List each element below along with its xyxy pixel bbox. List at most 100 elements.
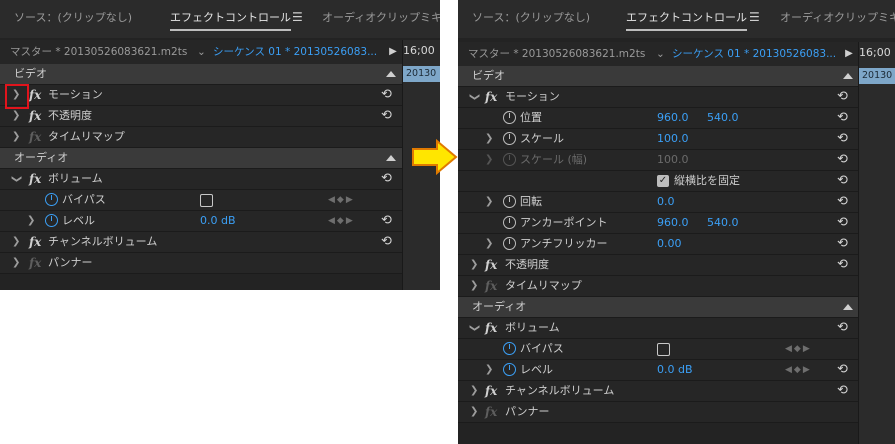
tab-effect-controls[interactable]: エフェクトコントロール <box>626 7 747 31</box>
stopwatch-icon[interactable] <box>503 216 516 229</box>
chevron-right-icon[interactable]: ❯ <box>27 211 35 231</box>
stopwatch-icon[interactable] <box>503 195 516 208</box>
reset-icon[interactable]: ⟲ <box>837 256 848 274</box>
keyframe-nav-icon[interactable]: ◀◆▶ <box>328 190 355 210</box>
bypass-checkbox[interactable] <box>200 194 213 207</box>
master-clip-label[interactable]: マスター * 20130526083621.m2ts <box>10 40 187 64</box>
fx-icon[interactable]: fx <box>485 87 497 107</box>
chevron-right-icon[interactable]: ❯ <box>470 381 478 401</box>
chevron-right-icon[interactable]: ❯ <box>470 402 478 422</box>
chevron-right-icon[interactable]: ❯ <box>470 255 478 275</box>
keyframe-nav-icon[interactable]: ◀◆▶ <box>785 360 812 380</box>
collapse-up-icon[interactable] <box>386 71 396 77</box>
timeline-area[interactable]: 16;00 20130 <box>858 42 895 444</box>
hamburger-icon[interactable]: ☰ <box>292 10 303 24</box>
reset-icon[interactable]: ⟲ <box>837 214 848 232</box>
stopwatch-icon[interactable] <box>45 214 58 227</box>
tab-audio-clip-mixer[interactable]: オーディオクリップミキサ <box>322 7 440 29</box>
reset-icon[interactable]: ⟲ <box>837 88 848 106</box>
reset-icon[interactable]: ⟲ <box>837 319 848 337</box>
hamburger-icon[interactable]: ☰ <box>749 10 760 24</box>
rotation-value[interactable]: 0.0 <box>657 192 675 212</box>
position-x-value[interactable]: 960.0 <box>657 108 689 128</box>
timeline-clip[interactable]: 20130 <box>859 68 895 84</box>
reset-icon[interactable]: ⟲ <box>381 170 392 188</box>
fx-icon[interactable]: fx <box>29 169 41 189</box>
fx-icon[interactable]: fx <box>29 106 41 126</box>
level-value[interactable]: 0.0 dB <box>200 211 236 231</box>
param-label: レベル <box>62 214 95 227</box>
play-icon[interactable]: ▶ <box>842 46 856 62</box>
reset-icon[interactable]: ⟲ <box>381 212 392 230</box>
stopwatch-icon[interactable] <box>45 193 58 206</box>
effect-label: ボリューム <box>48 172 103 185</box>
tab-source[interactable]: ソース：(クリップなし) <box>472 7 590 29</box>
effect-row-time-remap: ❯ fx タイムリマップ <box>458 276 858 297</box>
param-row-scale-width: ❯ スケール (幅) 100.0 ⟲ <box>458 150 858 171</box>
stopwatch-icon[interactable] <box>503 342 516 355</box>
reset-icon[interactable]: ⟲ <box>837 130 848 148</box>
stopwatch-icon[interactable] <box>503 363 516 376</box>
reset-icon[interactable]: ⟲ <box>381 86 392 104</box>
chevron-right-icon[interactable]: ❯ <box>470 276 478 296</box>
timecode: 16;00 <box>403 44 435 57</box>
uniform-scale-checkbox[interactable]: ✓ <box>657 175 669 187</box>
chevron-down-icon[interactable]: ❯ <box>464 324 484 332</box>
reset-icon[interactable]: ⟲ <box>381 107 392 125</box>
chevron-right-icon[interactable]: ❯ <box>485 360 493 380</box>
scale-value[interactable]: 100.0 <box>657 129 689 149</box>
chevron-right-icon[interactable]: ❯ <box>485 192 493 212</box>
reset-icon[interactable]: ⟲ <box>837 151 848 169</box>
collapse-up-icon[interactable] <box>386 155 396 161</box>
sequence-clip-label[interactable]: シーケンス 01 * 20130526083... <box>213 40 377 64</box>
tab-source[interactable]: ソース：(クリップなし) <box>14 7 132 29</box>
reset-icon[interactable]: ⟲ <box>837 361 848 379</box>
param-label: レベル <box>520 363 553 376</box>
stopwatch-icon[interactable] <box>503 237 516 250</box>
tab-effect-controls[interactable]: エフェクトコントロール <box>170 7 291 31</box>
chevron-right-icon[interactable]: ❯ <box>12 127 20 147</box>
level-value[interactable]: 0.0 dB <box>657 360 693 380</box>
chevron-right-icon[interactable]: ❯ <box>12 232 20 252</box>
section-video-label: ビデオ <box>14 67 47 80</box>
chevron-down-icon[interactable]: ❯ <box>6 175 26 183</box>
anchor-x-value[interactable]: 960.0 <box>657 213 689 233</box>
param-row-level: ❯ レベル 0.0 dB ◀◆▶ ⟲ <box>0 211 402 232</box>
timeline-clip[interactable]: 20130 <box>403 66 440 82</box>
chevron-right-icon[interactable]: ❯ <box>12 253 20 273</box>
reset-icon[interactable]: ⟲ <box>381 233 392 251</box>
keyframe-nav-icon[interactable]: ◀◆▶ <box>328 211 355 231</box>
chevron-down-icon[interactable]: ❯ <box>464 93 484 101</box>
stopwatch-icon[interactable] <box>503 132 516 145</box>
anchor-y-value[interactable]: 540.0 <box>707 213 739 233</box>
position-y-value[interactable]: 540.0 <box>707 108 739 128</box>
fx-icon: fx <box>29 256 42 270</box>
fx-icon[interactable]: fx <box>485 381 497 401</box>
collapse-up-icon[interactable] <box>843 73 853 79</box>
reset-icon[interactable]: ⟲ <box>837 193 848 211</box>
reset-icon[interactable]: ⟲ <box>837 172 848 190</box>
chevron-down-icon[interactable]: ⌄ <box>656 42 665 66</box>
reset-icon[interactable]: ⟲ <box>837 382 848 400</box>
param-label: バイパス <box>62 193 106 206</box>
chevron-right-icon[interactable]: ❯ <box>485 234 493 254</box>
fx-icon[interactable]: fx <box>29 232 41 252</box>
sequence-clip-label[interactable]: シーケンス 01 * 20130526083... <box>672 42 836 66</box>
bypass-checkbox[interactable] <box>657 343 670 356</box>
reset-icon[interactable]: ⟲ <box>837 109 848 127</box>
reset-icon[interactable]: ⟲ <box>837 235 848 253</box>
tab-audio-clip-mixer[interactable]: オーディオクリップミキサ <box>780 7 895 29</box>
fx-icon[interactable]: fx <box>29 85 41 105</box>
effect-row-opacity: ❯ fx 不透明度 ⟲ <box>0 106 402 127</box>
anti-flicker-value[interactable]: 0.00 <box>657 234 682 254</box>
fx-icon[interactable]: fx <box>485 318 497 338</box>
master-clip-label[interactable]: マスター * 20130526083621.m2ts <box>468 42 645 66</box>
chevron-down-icon[interactable]: ⌄ <box>197 40 206 64</box>
keyframe-nav-icon[interactable]: ◀◆▶ <box>785 339 812 359</box>
chevron-right-icon[interactable]: ❯ <box>12 106 20 126</box>
chevron-right-icon[interactable]: ❯ <box>485 129 493 149</box>
stopwatch-icon[interactable] <box>503 111 516 124</box>
collapse-up-icon[interactable] <box>843 304 853 310</box>
fx-icon[interactable]: fx <box>485 255 497 275</box>
play-icon[interactable]: ▶ <box>386 44 400 60</box>
